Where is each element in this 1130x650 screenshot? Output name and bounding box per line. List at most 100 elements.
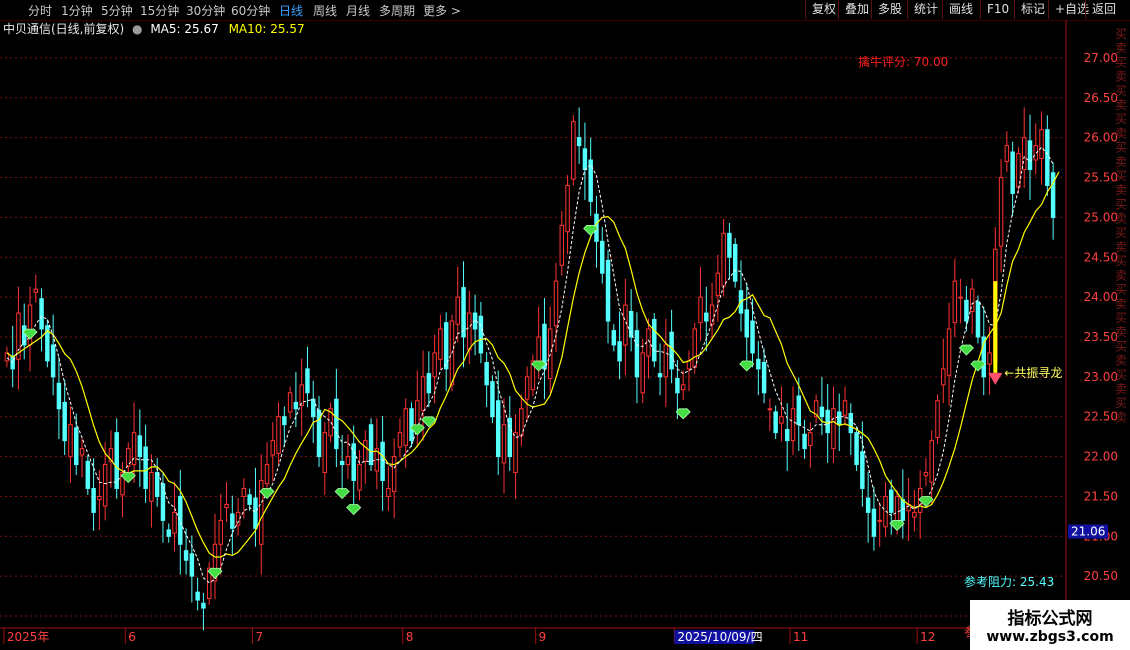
period-tab-5[interactable]: 60分钟 <box>231 2 270 19</box>
resonance-diamond <box>988 372 1003 385</box>
right-edge-char-12: 买 <box>1115 197 1127 211</box>
period-tab-8[interactable]: 月线 <box>346 2 370 19</box>
toolbar-button-1[interactable]: 叠加 <box>838 0 875 19</box>
candle-body-146 <box>848 413 854 434</box>
candle-body-37 <box>218 519 223 545</box>
toolbar-button-6[interactable]: 标记 <box>1014 0 1051 19</box>
candle-body-30 <box>178 495 183 545</box>
candle-body-109 <box>634 330 640 378</box>
period-toolbar: 分时 1分钟 5分钟 15分钟 30分钟 60分钟 日线 周线 月线 多周期 更多 > 复权 叠加 多股统… <box>0 0 1130 21</box>
candle-body-104 <box>605 259 611 322</box>
toolbar-button-4[interactable]: 画线 <box>942 0 979 19</box>
period-tab-3[interactable]: 15分钟 <box>140 2 179 19</box>
period-tab-4[interactable]: 30分钟 <box>186 2 225 19</box>
candle-body-47 <box>276 416 281 454</box>
toolbar-button-0[interactable]: 复权 <box>805 0 842 19</box>
period-tab-7[interactable]: 周线 <box>313 2 337 19</box>
right-edge-char-25: 卖 <box>1115 382 1127 396</box>
right-edge-char-27: 卖 <box>1115 410 1127 424</box>
candle-body-14 <box>85 460 91 489</box>
candle-body-176 <box>1021 137 1027 171</box>
toolbar-button-8[interactable]: 返回 <box>1085 0 1122 19</box>
candle-body-120 <box>698 296 703 324</box>
y-tick-label-3: 25.50 <box>1084 171 1118 185</box>
period-tab-0[interactable]: 分时 <box>28 2 52 19</box>
period-tab-6[interactable]: 日线 <box>279 2 303 19</box>
period-tab-9[interactable]: 多周期 <box>379 2 415 19</box>
candle-body-110 <box>640 352 645 394</box>
watermark-title: 指标公式网 <box>1007 609 1093 629</box>
candle-body-119 <box>692 328 697 368</box>
right-edge-char-24: 买 <box>1115 368 1127 382</box>
candle-body-59 <box>345 456 351 466</box>
x-tick-label-3: 8 <box>406 630 414 644</box>
right-edge-char-0: 买 <box>1115 27 1127 41</box>
signal-diamond-5 <box>346 504 362 516</box>
candle-body-58 <box>339 460 345 466</box>
period-tab-10[interactable]: 更多 > <box>423 2 461 19</box>
candle-body-129 <box>750 320 755 354</box>
candle-body-85 <box>495 400 501 458</box>
toolbar-button-5[interactable]: F10 <box>980 0 1015 19</box>
right-edge-char-15: 卖 <box>1115 240 1127 254</box>
right-edge-char-19: 卖 <box>1115 297 1127 311</box>
candle-body-83 <box>484 362 489 386</box>
toolbar-button-3[interactable]: 统计 <box>907 0 944 19</box>
candle-body-142 <box>825 409 830 434</box>
candle-body-87 <box>507 417 513 458</box>
candle-body-28 <box>166 529 171 537</box>
candle-body-41 <box>241 487 247 497</box>
toolbar-button-2[interactable]: 多股 <box>871 0 908 19</box>
y-tick-label-2: 26.00 <box>1084 131 1118 145</box>
signal-diamond-14 <box>958 344 974 356</box>
period-tab-2[interactable]: 5分钟 <box>101 2 133 19</box>
candle-body-11 <box>68 424 73 458</box>
right-edge-char-10: 买 <box>1115 169 1127 183</box>
period-tab-1[interactable]: 1分钟 <box>61 2 93 19</box>
candle-body-45 <box>264 464 270 485</box>
right-edge-char-4: 买 <box>1115 84 1127 98</box>
site-watermark: 指标公式网 www.zbgs3.com <box>970 600 1130 650</box>
x-tick-label-2: 7 <box>255 630 263 644</box>
signal-diamond-11 <box>739 360 755 372</box>
candle-body-70 <box>409 408 414 442</box>
candle-body-116 <box>675 377 680 394</box>
x-tick-label-4: 9 <box>539 630 547 644</box>
candle-body-53 <box>311 398 316 418</box>
candle-body-26 <box>154 472 160 497</box>
candle-body-136 <box>790 408 796 442</box>
candle-body-143 <box>831 408 836 450</box>
signal-diamond-4 <box>334 488 350 500</box>
candle-body-15 <box>91 487 96 513</box>
candle-body-124 <box>721 232 726 287</box>
candle-body-126 <box>732 244 738 282</box>
y-tick-label-9: 22.50 <box>1084 410 1118 424</box>
candle-body-46 <box>270 440 276 456</box>
candle-body-25 <box>149 472 154 502</box>
score-label: 擒牛评分: 70.00 <box>858 54 948 69</box>
candle-body-160 <box>929 440 934 483</box>
candle-body-68 <box>397 432 403 448</box>
candle-body-130 <box>756 358 761 370</box>
candle-body-113 <box>657 373 663 378</box>
candle-body-168 <box>975 301 981 338</box>
candle-body-29 <box>172 511 177 534</box>
candle-body-62 <box>363 440 368 462</box>
candle-body-144 <box>837 411 842 426</box>
resistance-label: 参考阻力: 25.43 <box>964 574 1054 589</box>
candle-body-141 <box>819 406 825 418</box>
y-tick-label-11: 21.50 <box>1084 489 1118 503</box>
right-edge-char-17: 卖 <box>1115 268 1127 282</box>
candles-group <box>4 107 1056 631</box>
candle-body-74 <box>432 352 437 378</box>
candle-body-80 <box>467 312 472 351</box>
candle-body-52 <box>305 368 310 394</box>
candle-body-121 <box>704 312 709 322</box>
candle-body-24 <box>143 446 148 489</box>
y-tick-label-8: 23.00 <box>1084 370 1118 384</box>
candlestick-chart[interactable]: 27.00 26.50 26.00 25.50 25.00 24.50 24.00 23.50… <box>0 20 1130 650</box>
candle-body-66 <box>386 487 391 497</box>
right-edge-char-18: 买 <box>1115 283 1127 297</box>
signal-diamond-7 <box>421 416 437 428</box>
right-edge-char-5: 卖 <box>1115 98 1127 112</box>
